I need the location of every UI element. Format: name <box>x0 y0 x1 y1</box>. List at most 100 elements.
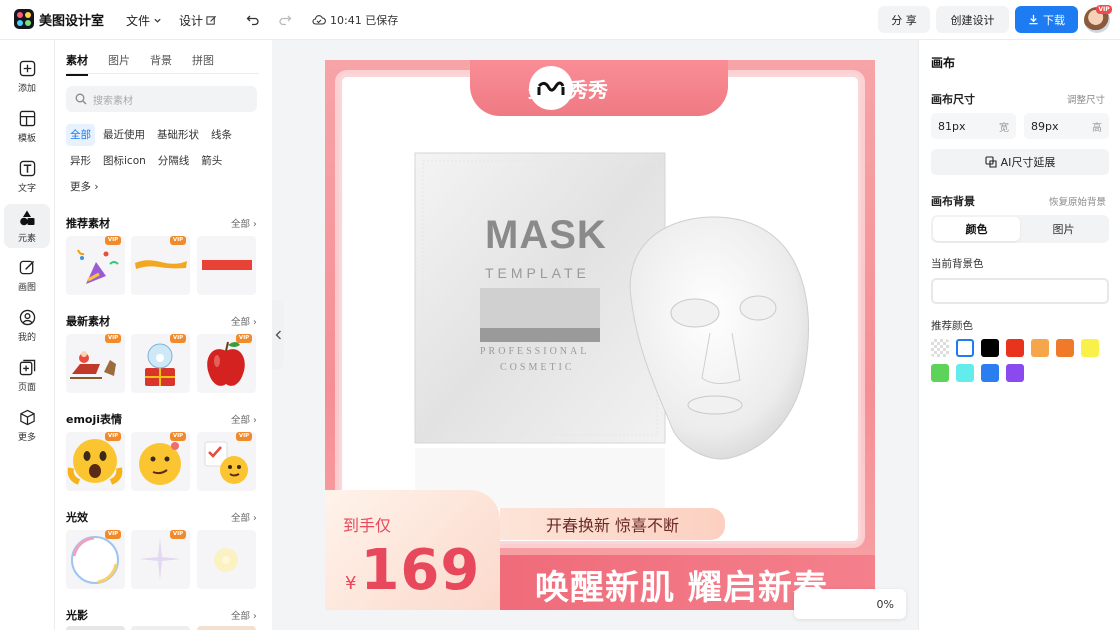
rail-item-draw[interactable]: 画图 <box>4 254 50 298</box>
ai-extend-button[interactable]: AI尺寸延展 <box>931 149 1109 175</box>
asset-thumb[interactable]: VIP <box>66 236 125 295</box>
rail-item-template[interactable]: 模板 <box>4 105 50 149</box>
chip-all[interactable]: 全部 <box>66 124 95 146</box>
color-swatch[interactable] <box>1056 339 1074 357</box>
search-input[interactable]: 搜索素材 <box>66 86 257 112</box>
save-status-text: 10:41 已保存 <box>330 14 399 27</box>
width-value: 81px <box>938 119 966 133</box>
app-name: 美图设计室 <box>39 13 105 29</box>
asset-thumb[interactable]: VIP <box>66 530 125 589</box>
file-menu[interactable]: 文件 <box>126 12 162 29</box>
undo-icon[interactable] <box>243 10 263 30</box>
section-all-link[interactable]: 全部 › <box>231 608 257 622</box>
vip-tag: VIP <box>105 432 121 441</box>
chip-irregular[interactable]: 异形 <box>66 150 95 172</box>
collapse-panel-button[interactable] <box>272 300 284 370</box>
rail-label: 更多 <box>17 433 36 443</box>
section-title-light-shadow: 光影 <box>66 609 88 622</box>
vip-tag: VIP <box>170 236 186 245</box>
canvas-bg-label: 画布背景 <box>931 195 975 208</box>
bg-type-toggle: 颜色 图片 <box>931 215 1109 243</box>
recommend-colors-label: 推荐颜色 <box>931 320 973 332</box>
price: ¥ 169 <box>345 538 480 603</box>
zoom-control[interactable]: 0% <box>794 589 906 619</box>
rail-label: 模板 <box>17 134 36 144</box>
color-swatch[interactable] <box>931 339 949 357</box>
asset-thumb[interactable]: VIP <box>131 236 190 295</box>
rail-item-page[interactable]: 页面 <box>4 354 50 398</box>
color-swatch[interactable] <box>981 339 999 357</box>
color-swatch[interactable] <box>1006 339 1024 357</box>
chip-more[interactable]: 更多 › <box>66 176 103 198</box>
rail-item-text[interactable]: 文字 <box>4 155 50 199</box>
shapes-icon <box>20 210 35 225</box>
current-bg-color[interactable] <box>931 278 1109 304</box>
adjust-size-link[interactable]: 调整尺寸 <box>1067 92 1105 106</box>
color-swatch[interactable] <box>956 339 974 357</box>
width-unit: 宽 <box>999 122 1009 134</box>
chip-lines[interactable]: 线条 <box>207 124 236 146</box>
app-logo[interactable]: 美图设计室 <box>14 9 104 29</box>
rail-item-more[interactable]: 更多 <box>4 404 50 448</box>
asset-thumb[interactable]: VIP <box>197 432 256 491</box>
plus-square-icon <box>19 60 35 77</box>
chip-dividers[interactable]: 分隔线 <box>154 150 194 172</box>
section-title-emoji: emoji表情 <box>66 413 123 426</box>
all-label: 全部 <box>231 317 251 328</box>
height-field[interactable]: 89px 高 <box>1024 113 1109 139</box>
restore-bg-link[interactable]: 恢复原始背景 <box>1049 194 1106 208</box>
section-all-link[interactable]: 全部 › <box>231 510 257 524</box>
brand-banner: 美图秀秀 <box>470 60 728 116</box>
vip-tag: VIP <box>170 530 186 539</box>
left-rail: 添加 模板 文字 元素 画图 我的 页面 更多 <box>0 40 55 630</box>
tab-color[interactable]: 颜色 <box>933 217 1020 241</box>
chip-arrows[interactable]: 箭头 <box>197 150 226 172</box>
download-button[interactable]: 下载 <box>1015 6 1078 33</box>
current-bg-label: 当前背景色 <box>931 258 984 270</box>
slogan-text: 唤醒新肌 耀启新春 <box>535 568 828 608</box>
rail-label: 文字 <box>17 184 36 194</box>
rail-item-mine[interactable]: 我的 <box>4 304 50 348</box>
canvas-size-label: 画布尺寸 <box>931 93 975 106</box>
all-label: 全部 <box>231 415 251 426</box>
asset-thumb[interactable] <box>197 236 256 295</box>
color-swatch[interactable] <box>1006 364 1024 382</box>
download-icon <box>1029 14 1038 25</box>
section-all-link[interactable]: 全部 › <box>231 216 257 230</box>
create-design-button[interactable]: 创建设计 <box>936 6 1009 33</box>
price-currency: ¥ <box>345 573 357 594</box>
asset-thumb[interactable]: VIP <box>131 334 190 393</box>
color-swatch[interactable] <box>981 364 999 382</box>
color-swatch[interactable] <box>1031 339 1049 357</box>
redo-icon[interactable] <box>275 10 295 30</box>
asset-thumb[interactable] <box>131 626 190 630</box>
rail-item-add[interactable]: 添加 <box>4 55 50 99</box>
color-swatch[interactable] <box>1081 339 1099 357</box>
tab-divider <box>66 73 259 74</box>
color-swatch[interactable] <box>931 364 949 382</box>
chip-icons[interactable]: 图标icon <box>99 150 150 172</box>
color-swatch[interactable] <box>956 364 974 382</box>
asset-thumb[interactable]: VIP <box>131 530 190 589</box>
design-canvas[interactable]: 美图秀秀 MASK TEMPLATE PROFESSIONAL COSMETIC… <box>325 60 875 610</box>
asset-thumb[interactable]: VIP <box>66 432 125 491</box>
asset-thumb[interactable] <box>197 530 256 589</box>
chip-recent[interactable]: 最近使用 <box>99 124 149 146</box>
asset-thumb[interactable] <box>197 626 256 630</box>
chip-basic-shapes[interactable]: 基础形状 <box>153 124 203 146</box>
width-field[interactable]: 81px 宽 <box>931 113 1016 139</box>
asset-thumb[interactable]: VIP <box>197 334 256 393</box>
design-menu[interactable]: 设计 <box>179 12 217 29</box>
height-unit: 高 <box>1092 122 1102 134</box>
zoom-level: 0% <box>876 597 894 611</box>
rail-item-elements[interactable]: 元素 <box>4 204 50 248</box>
all-label: 全部 <box>231 513 251 524</box>
asset-thumb[interactable]: VIP <box>66 334 125 393</box>
chevron-left-icon <box>275 330 281 340</box>
section-all-link[interactable]: 全部 › <box>231 314 257 328</box>
share-button[interactable]: 分 享 <box>878 6 930 33</box>
tab-image[interactable]: 图片 <box>1020 217 1107 241</box>
section-all-link[interactable]: 全部 › <box>231 412 257 426</box>
asset-thumb[interactable] <box>66 626 125 630</box>
asset-thumb[interactable]: VIP <box>131 432 190 491</box>
